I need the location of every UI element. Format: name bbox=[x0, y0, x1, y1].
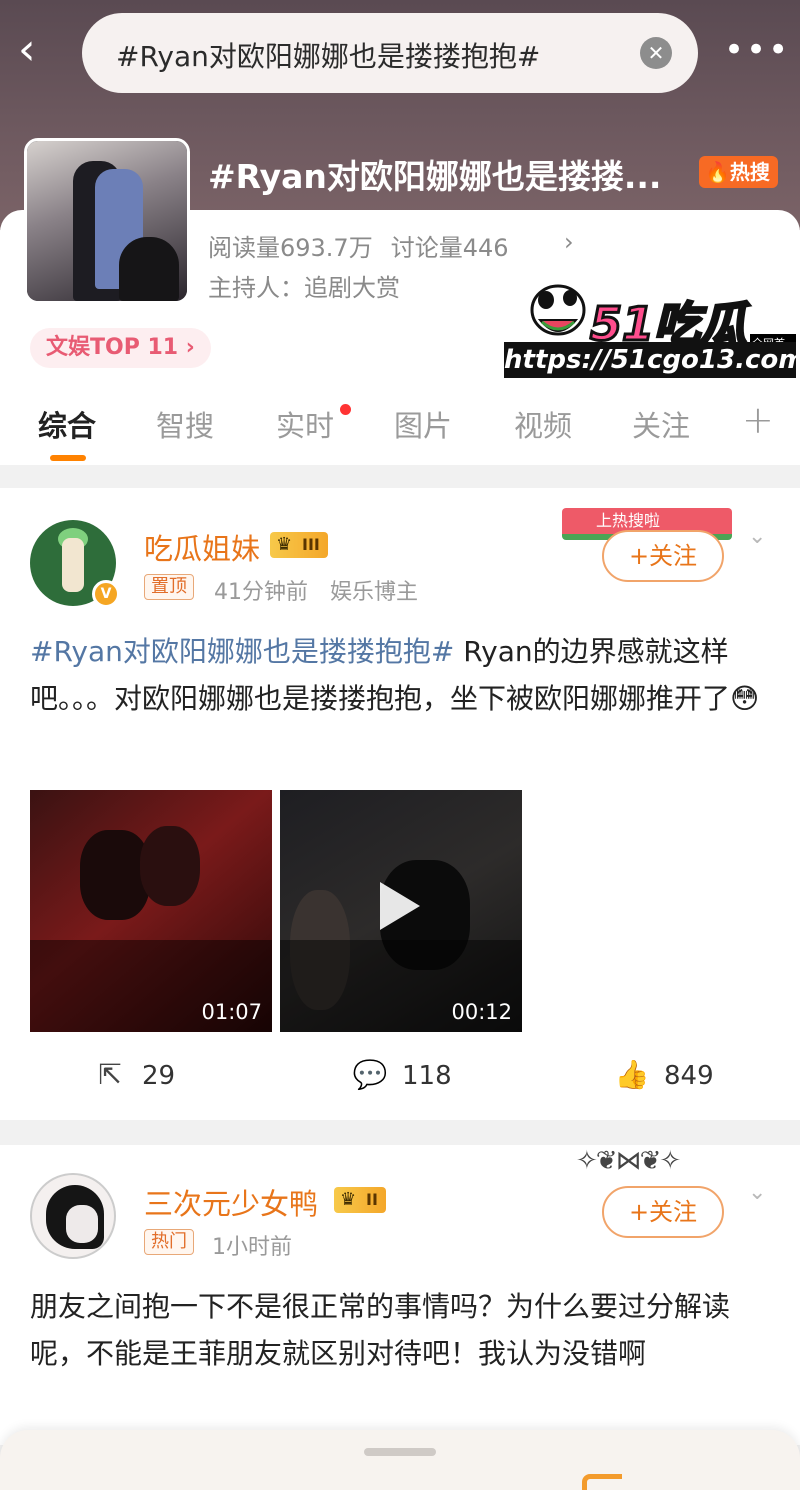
search-box[interactable]: #Ryan对欧阳娜娜也是搂搂抱抱# ✕ bbox=[82, 13, 698, 93]
tab-images[interactable]: 图片 bbox=[394, 403, 452, 445]
clear-circle-icon[interactable]: ✕ bbox=[640, 37, 672, 69]
post-time: 1小时前 bbox=[212, 1235, 292, 1260]
shocked-emoji-icon: 😳 bbox=[730, 682, 760, 715]
avatar-art bbox=[66, 1205, 98, 1243]
like-button[interactable]: 👍 849 bbox=[614, 1058, 714, 1091]
repost-button[interactable]: ⇱ 29 bbox=[92, 1058, 175, 1091]
comment-button[interactable]: 💬 118 bbox=[352, 1058, 452, 1091]
avatar[interactable] bbox=[30, 1173, 116, 1259]
play-icon[interactable] bbox=[380, 882, 420, 930]
chevron-down-icon[interactable]: ⌄ bbox=[748, 1180, 766, 1205]
thumbs-up-icon: 👍 bbox=[614, 1058, 650, 1091]
tab-following[interactable]: 关注 bbox=[632, 403, 690, 445]
post-actions: ⇱ 29 💬 118 👍 849 bbox=[0, 1058, 800, 1098]
post-card: V 吃瓜姐妹 ♛ III 置顶 41分钟前 娱乐博主 #Ryan对欧阳娜娜也是搂搂… bbox=[0, 488, 800, 1120]
chevron-right-icon[interactable]: › bbox=[564, 228, 574, 256]
discussion-count: 讨论量446 bbox=[390, 234, 509, 262]
back-chevron-icon[interactable]: ‹ bbox=[18, 28, 58, 76]
chevron-down-icon[interactable]: ⌄ bbox=[748, 524, 766, 549]
like-count: 849 bbox=[664, 1061, 714, 1091]
hot-tag: 热门 bbox=[144, 1229, 194, 1255]
video-thumbnail[interactable]: 01:07 bbox=[30, 790, 272, 1032]
search-query[interactable]: #Ryan对欧阳娜娜也是搂搂抱抱# bbox=[116, 35, 540, 75]
member-level-badge[interactable]: ♛ II bbox=[334, 1187, 386, 1213]
post-text: 朋友之间抱一下不是很正常的事情吗？为什么要过分解读呢，不能是王菲朋友就区别对待吧… bbox=[30, 1290, 731, 1370]
watermark-url: https://51cgo13.com bbox=[504, 342, 800, 378]
repost-count: 29 bbox=[142, 1061, 176, 1091]
tab-realtime[interactable]: 实时 bbox=[276, 403, 334, 445]
thumbnail-art bbox=[140, 826, 200, 906]
hot-search-label: 热搜 bbox=[729, 160, 770, 184]
author-role: 娱乐博主 bbox=[330, 580, 419, 605]
crown-icon: ♛ bbox=[340, 1189, 357, 1210]
avatar-art bbox=[62, 538, 84, 592]
video-duration: 01:07 bbox=[201, 1000, 262, 1024]
cover-figure bbox=[119, 237, 179, 301]
drag-handle[interactable] bbox=[364, 1448, 436, 1456]
follow-button[interactable]: +关注 bbox=[602, 530, 724, 582]
tab-bar: 综合 智搜 实时 图片 视频 关注 bbox=[0, 395, 800, 461]
add-tab-icon[interactable]: + bbox=[742, 398, 774, 442]
topic-stats[interactable]: 阅读量693.7万 讨论量446 bbox=[208, 228, 527, 263]
cow-mascot-icon bbox=[530, 284, 586, 336]
topic-host[interactable]: 主持人：追剧大赏 bbox=[208, 268, 400, 303]
new-content-dot bbox=[340, 404, 351, 415]
post-time: 41分钟前 bbox=[214, 580, 308, 605]
ribbon-decoration-icon: ✧❦⋈❦✧ bbox=[576, 1146, 681, 1176]
hashtag-link[interactable]: #Ryan对欧阳娜娜也是搂搂抱抱# bbox=[30, 635, 454, 668]
topic-cover-image[interactable] bbox=[24, 138, 190, 304]
comment-icon: 💬 bbox=[352, 1058, 388, 1091]
comment-count: 118 bbox=[402, 1061, 452, 1091]
pinned-tag: 置顶 bbox=[144, 574, 194, 600]
verified-badge-icon: V bbox=[92, 580, 120, 608]
bottom-sheet[interactable] bbox=[0, 1430, 800, 1490]
entertainment-rank-chip[interactable]: 文娱TOP 11 › bbox=[30, 328, 211, 368]
crown-icon: ♛ bbox=[276, 534, 293, 555]
member-level: III bbox=[302, 535, 320, 554]
video-duration: 00:12 bbox=[451, 1000, 512, 1024]
share-icon: ⇱ bbox=[98, 1058, 122, 1091]
tab-comprehensive[interactable]: 综合 bbox=[38, 403, 96, 445]
read-count: 阅读量693.7万 bbox=[208, 234, 373, 262]
post-body: #Ryan对欧阳娜娜也是搂搂抱抱# Ryan的边界感就这样吧。。。对欧阳娜娜也是… bbox=[30, 628, 770, 722]
compose-icon[interactable] bbox=[582, 1474, 622, 1490]
member-level-badge[interactable]: ♛ III bbox=[270, 532, 328, 558]
more-dots-icon[interactable]: ••• bbox=[724, 22, 788, 82]
member-level: II bbox=[366, 1190, 378, 1209]
follow-button[interactable]: +关注 bbox=[602, 1186, 724, 1238]
video-thumbnail[interactable]: 00:12 bbox=[280, 790, 522, 1032]
hot-search-badge[interactable]: 🔥热搜 bbox=[699, 156, 778, 188]
username[interactable]: 三次元少女鸭 bbox=[144, 1181, 318, 1223]
site-watermark: 51吃瓜 全网首发 https://51cgo13.com bbox=[504, 272, 800, 380]
username[interactable]: 吃瓜姐妹 bbox=[144, 526, 260, 568]
topic-title: #Ryan对欧阳娜娜也是搂搂... bbox=[208, 157, 662, 196]
active-tab-indicator bbox=[50, 455, 86, 461]
tab-smart-search[interactable]: 智搜 bbox=[156, 403, 214, 445]
tab-videos[interactable]: 视频 bbox=[514, 403, 572, 445]
